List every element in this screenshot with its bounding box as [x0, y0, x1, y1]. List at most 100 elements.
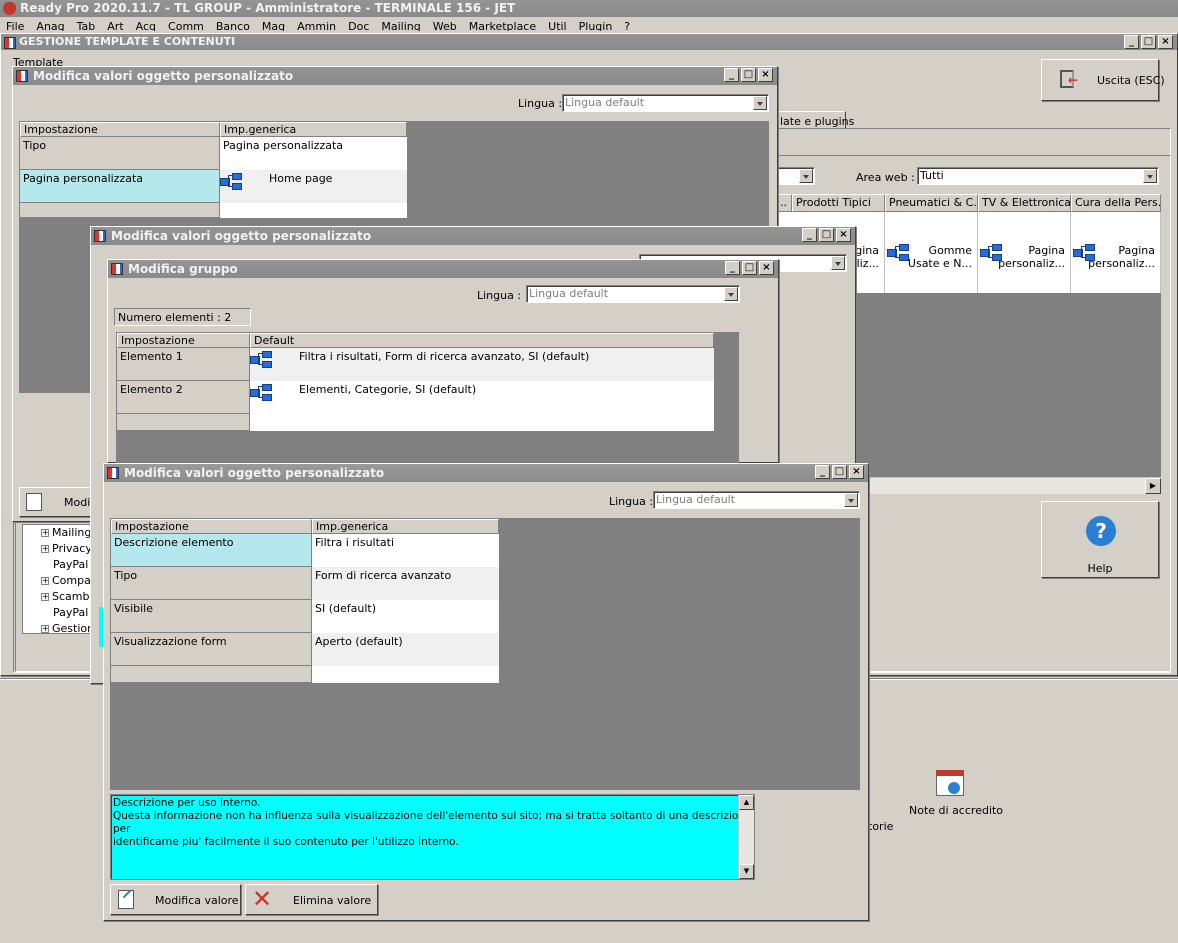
element-count: Numero elementi : 2	[114, 308, 251, 326]
minimize-button[interactable]: _	[815, 465, 830, 479]
minimize-button[interactable]: _	[1124, 35, 1139, 49]
menu-item[interactable]: Mailing	[381, 20, 420, 31]
lingua-select[interactable]: Lingua default	[562, 94, 769, 112]
close-button[interactable]: ×	[759, 261, 774, 275]
area-web-select[interactable]: Tutti	[917, 167, 1159, 185]
template-column-header[interactable]: TV & Elettronica	[978, 194, 1071, 212]
maximize-button[interactable]: □	[1141, 35, 1156, 49]
link-icon	[887, 244, 909, 260]
expand-icon[interactable]: +	[41, 529, 49, 537]
setting-cell[interactable]: Elemento 1	[117, 348, 250, 381]
setting-cell[interactable]: Pagina personalizzata	[20, 170, 220, 203]
column-header-setting[interactable]: Impostazione	[20, 122, 220, 137]
setting-cell[interactable]: Visibile	[111, 600, 312, 633]
minimize-button[interactable]: _	[802, 228, 817, 242]
expand-icon[interactable]: +	[41, 593, 49, 601]
window-icon	[94, 230, 106, 242]
template-cell-text: gina	[855, 244, 879, 257]
maximize-button[interactable]: □	[819, 228, 834, 242]
value-cell[interactable]: Elementi, Categorie, SI (default)	[250, 381, 714, 414]
minimize-button[interactable]: _	[724, 68, 739, 82]
modify-value-button[interactable]: Modifica valore	[110, 884, 241, 915]
tab-templates-plugins[interactable]: late e plugins	[778, 111, 854, 129]
menu-item[interactable]: Tab	[77, 20, 96, 31]
setting-cell-empty	[20, 203, 220, 218]
setting-cell[interactable]: Tipo	[111, 567, 312, 600]
setting-cell[interactable]: Tipo	[20, 137, 220, 170]
menu-item[interactable]: Art	[107, 20, 123, 31]
menu-item[interactable]: Doc	[348, 20, 369, 31]
menu-item[interactable]: Web	[433, 20, 457, 31]
value-cell[interactable]: SI (default)	[312, 600, 499, 633]
maximize-button[interactable]: □	[832, 465, 847, 479]
menu-item[interactable]: ?	[624, 20, 630, 31]
column-header-setting[interactable]: Impostazione	[111, 519, 312, 534]
tree-node[interactable]: + Gestion	[41, 621, 95, 637]
tree-node[interactable]: + Privacy	[41, 541, 95, 557]
template-column-header[interactable]: Prodotti Tipici	[792, 194, 885, 212]
menu-item[interactable]: File	[6, 20, 24, 31]
column-header-default[interactable]: Default	[250, 333, 714, 348]
menu-item[interactable]: Marketplace	[469, 20, 536, 31]
partial-button-label[interactable]: torie	[868, 820, 893, 833]
help-button[interactable]: ? Help	[1041, 501, 1159, 578]
close-button[interactable]: ×	[758, 68, 773, 82]
menu-item[interactable]: Plugin	[579, 20, 613, 31]
template-column-header[interactable]: ..	[776, 194, 792, 212]
template-cell[interactable]: Pagina personaliz...	[1071, 212, 1161, 293]
value-cell[interactable]: Aperto (default)	[312, 633, 499, 666]
close-button[interactable]: ×	[1158, 35, 1173, 49]
value-cell[interactable]: Home page	[220, 170, 407, 203]
chevron-down-icon	[753, 96, 767, 110]
lingua-select[interactable]: Lingua default	[526, 285, 740, 303]
tree-node-label: Scambi	[52, 590, 93, 603]
description-memo[interactable]: Descrizione per uso interno. Questa info…	[110, 794, 755, 880]
chevron-down-icon	[724, 287, 738, 301]
menu-item[interactable]: Comm	[168, 20, 204, 31]
value-cell[interactable]: Pagina personalizzata	[220, 137, 407, 170]
menu-item[interactable]: Ammin	[297, 20, 336, 31]
tree-node[interactable]: + Compar	[41, 573, 95, 589]
close-button[interactable]: ×	[836, 228, 851, 242]
credit-notes-label[interactable]: Note di accredito	[909, 804, 1003, 817]
maximize-button[interactable]: □	[742, 261, 757, 275]
expand-icon[interactable]: +	[41, 577, 49, 585]
credit-notes-icon[interactable]	[936, 770, 966, 798]
template-column-header[interactable]: Pneumatici & C...	[885, 194, 978, 212]
template-cell[interactable]: Pagina personaliz...	[978, 212, 1071, 293]
template-filter-combo[interactable]	[777, 167, 815, 185]
menu-item[interactable]: Util	[548, 20, 566, 31]
menu-item[interactable]: Banco	[216, 20, 250, 31]
setting-cell[interactable]: Visualizzazione form	[111, 633, 312, 666]
template-cell[interactable]: Gomme Usate e N...	[885, 212, 978, 293]
close-button[interactable]: ×	[849, 465, 864, 479]
exit-arrow-icon: ←	[1068, 73, 1079, 87]
value-cell[interactable]: Filtra i risultati, Form di ricerca avan…	[250, 348, 714, 381]
exit-button[interactable]: ← Uscita (ESC)	[1041, 59, 1165, 101]
value-cell[interactable]: Filtra i risultati	[312, 534, 499, 567]
maximize-button[interactable]: □	[741, 68, 756, 82]
delete-value-button[interactable]: ✕ Elimina valore	[245, 884, 378, 915]
scroll-up-icon[interactable]: ▲	[739, 795, 754, 810]
minimize-button[interactable]: _	[725, 261, 740, 275]
template-column-header[interactable]: Cura della Pers...	[1071, 194, 1161, 212]
tree-node[interactable]: + Scambi	[41, 589, 95, 605]
menu-item[interactable]: Anag	[36, 20, 64, 31]
expand-icon[interactable]: +	[41, 545, 49, 553]
scroll-down-icon[interactable]: ▼	[739, 864, 754, 879]
menu-item[interactable]: Acq	[136, 20, 156, 31]
lingua-select[interactable]: Lingua default	[653, 491, 860, 509]
column-header-value[interactable]: Imp.generica	[220, 122, 407, 137]
template-cell-text: personaliz...	[1088, 257, 1155, 270]
memo-scrollbar[interactable]: ▲ ▼	[738, 795, 754, 879]
menu-item[interactable]: Mag	[262, 20, 285, 31]
window3-title-bar: Modifica valori oggetto personalizzato _…	[104, 464, 868, 482]
scroll-right-icon[interactable]: ▶	[1145, 478, 1161, 494]
setting-cell[interactable]: Elemento 2	[117, 381, 250, 414]
setting-cell[interactable]: Descrizione elemento	[111, 534, 312, 567]
column-header-setting[interactable]: Impostazione	[117, 333, 250, 348]
value-cell[interactable]: Form di ricerca avanzato	[312, 567, 499, 600]
tree-node[interactable]: + Mailing	[41, 525, 95, 541]
column-header-value[interactable]: Imp.generica	[312, 519, 499, 534]
expand-icon[interactable]: +	[41, 625, 49, 633]
